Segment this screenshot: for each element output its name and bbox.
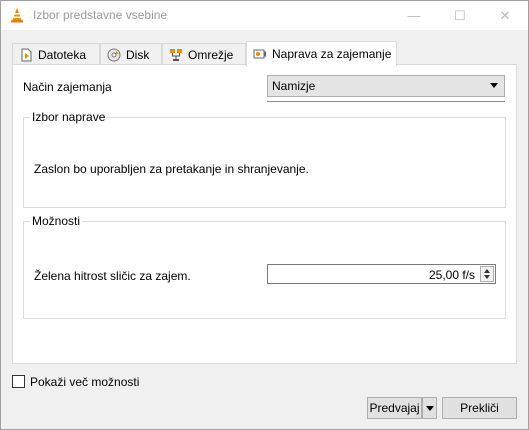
tab-disc-label: Disk xyxy=(126,47,150,62)
title-bar: Izbor predstavne vsebine — ☐ ✕ xyxy=(1,1,528,30)
show-more-options-checkbox[interactable] xyxy=(12,375,25,388)
frame-rate-label: Želena hitrost sličic za zajem. xyxy=(34,269,191,283)
window-title: Izbor predstavne vsebine xyxy=(33,8,168,22)
maximize-button[interactable]: ☐ xyxy=(437,1,483,30)
tab-network[interactable]: Omrežje xyxy=(162,43,246,65)
capture-mode-label: Način zajemanja xyxy=(23,80,112,94)
play-button-label: Predvajaj xyxy=(369,401,420,415)
device-selection-title: Izbor naprave xyxy=(30,110,108,124)
tab-capture-device[interactable]: Naprava za zajemanje xyxy=(246,41,397,66)
network-icon xyxy=(169,48,183,62)
play-button[interactable]: Predvajaj xyxy=(367,397,422,419)
play-options-dropdown[interactable] xyxy=(422,397,437,419)
options-title: Možnosti xyxy=(30,214,83,228)
tab-disc[interactable]: Disk xyxy=(100,43,162,65)
disc-icon xyxy=(107,48,121,62)
chevron-down-icon xyxy=(490,83,498,88)
options-group: Možnosti Želena hitrost sličic za zajem.… xyxy=(23,214,506,319)
tab-file[interactable]: Datoteka xyxy=(12,43,100,65)
dialog-window: Izbor predstavne vsebine — ☐ ✕ Datoteka xyxy=(0,0,529,430)
capture-mode-dropdown[interactable]: Namizje xyxy=(267,75,505,97)
frame-rate-spinbox[interactable]: 25,00 f/s xyxy=(267,264,496,284)
show-more-options-label[interactable]: Pokaži več možnosti xyxy=(30,375,139,389)
divider xyxy=(267,101,505,102)
arrow-down-icon[interactable] xyxy=(484,275,490,279)
file-icon xyxy=(19,48,33,62)
arrow-up-icon[interactable] xyxy=(484,269,490,273)
device-selection-group: Izbor naprave Zaslon bo uporabljen za pr… xyxy=(23,110,506,208)
tab-network-label: Omrežje xyxy=(188,47,234,62)
cancel-button-label: Prekliči xyxy=(460,401,499,415)
device-selection-text: Zaslon bo uporabljen za pretakanje in sh… xyxy=(34,162,309,176)
vlc-cone-icon xyxy=(9,7,25,23)
capture-mode-value: Namizje xyxy=(272,79,316,93)
frame-rate-value: 25,00 f/s xyxy=(428,268,475,282)
minimize-button[interactable]: — xyxy=(391,1,437,30)
close-button[interactable]: ✕ xyxy=(482,1,528,30)
capture-device-panel: Način zajemanja Namizje Izbor naprave Za… xyxy=(12,64,517,364)
tab-file-label: Datoteka xyxy=(38,47,87,62)
cancel-button[interactable]: Prekliči xyxy=(442,397,517,419)
capture-device-icon xyxy=(253,47,267,61)
frame-rate-stepper[interactable] xyxy=(480,266,494,282)
tab-capture-device-label: Naprava za zajemanje xyxy=(272,47,392,61)
chevron-down-icon xyxy=(426,406,434,411)
